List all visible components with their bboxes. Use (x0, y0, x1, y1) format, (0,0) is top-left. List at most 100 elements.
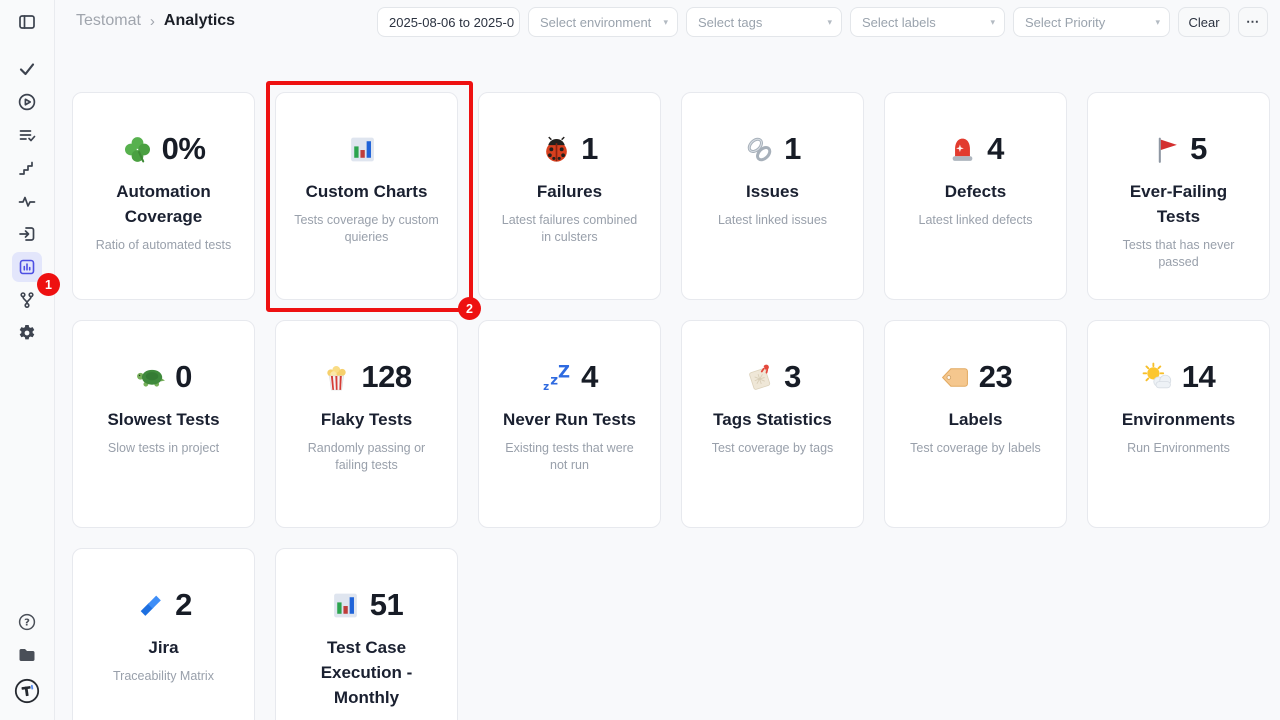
siren-icon (947, 134, 978, 165)
folder-icon[interactable] (12, 645, 42, 665)
jira-icon (135, 590, 166, 621)
card-description: Ratio of automated tests (73, 237, 254, 254)
sidebar-item-runs[interactable] (12, 92, 42, 112)
breadcrumb-app-link[interactable]: Testomat (76, 12, 141, 30)
date-range-input[interactable]: 2025-08-06 to 2025-0 (377, 7, 520, 37)
card-failures[interactable]: 1 Failures Latest failures combined in c… (478, 92, 661, 300)
card-value: 5 (1190, 131, 1207, 167)
bookmark-icon (744, 362, 775, 393)
more-button[interactable]: ⋯ (1238, 7, 1268, 37)
card-title: Defects (885, 179, 1066, 204)
card-slowest-tests[interactable]: 0 Slowest Tests Slow tests in project (72, 320, 255, 528)
card-tags-statistics[interactable]: 3 Tags Statistics Test coverage by tags (681, 320, 864, 528)
card-value: 1 (581, 131, 598, 167)
card-flaky-tests[interactable]: 128 Flaky Tests Randomly passing or fail… (275, 320, 458, 528)
card-environments[interactable]: 14 Environments Run Environments (1087, 320, 1270, 528)
card-description: Tests coverage by custom quieries (276, 212, 457, 246)
card-automation-coverage[interactable]: 0% Automation Coverage Ratio of automate… (72, 92, 255, 300)
card-description: Run Environments (1088, 440, 1269, 457)
environment-placeholder: Select environment (540, 15, 651, 30)
svg-text:Z: Z (558, 362, 570, 381)
card-labels[interactable]: 23 Labels Test coverage by labels (884, 320, 1067, 528)
priority-placeholder: Select Priority (1025, 15, 1105, 30)
card-title: Issues (682, 179, 863, 204)
clear-button[interactable]: Clear (1178, 7, 1230, 37)
environment-select[interactable]: Select environment ▾ (528, 7, 678, 37)
card-title: Environments (1088, 407, 1269, 432)
card-ever-failing-tests[interactable]: 5 Ever-Failing Tests Tests that has neve… (1087, 92, 1270, 300)
card-description: Latest failures combined in culsters (479, 212, 660, 246)
turtle-icon (135, 362, 166, 393)
chevron-down-icon: ▾ (990, 17, 995, 28)
card-description: Existing tests that were not run (479, 440, 660, 474)
sidebar-item-pulse[interactable] (12, 191, 42, 211)
tags-placeholder: Select tags (698, 15, 762, 30)
card-value: 2 (175, 587, 192, 623)
help-icon[interactable]: ? (12, 612, 42, 632)
card-description: Tests that has never passed (1088, 237, 1269, 271)
sidebar: ? (0, 0, 55, 720)
card-issues[interactable]: 1 Issues Latest linked issues (681, 92, 864, 300)
card-title: Never Run Tests (479, 407, 660, 432)
card-title: Labels (885, 407, 1066, 432)
card-title: Custom Charts (276, 179, 457, 204)
breadcrumb: Testomat › Analytics (76, 12, 235, 30)
sidebar-item-check[interactable] (12, 59, 42, 79)
sun-cloud-icon (1142, 362, 1173, 393)
tags-select[interactable]: Select tags ▾ (686, 7, 842, 37)
topbar: Testomat › Analytics 2025-08-06 to 2025-… (55, 0, 1280, 44)
step-1-badge: 1 (37, 273, 60, 296)
bar-chart-icon (347, 134, 378, 165)
card-never-run-tests[interactable]: zzZ 4 Never Run Tests Existing tests tha… (478, 320, 661, 528)
sidebar-item-import[interactable] (12, 224, 42, 244)
card-defects[interactable]: 4 Defects Latest linked defects (884, 92, 1067, 300)
card-value: 0% (162, 131, 206, 167)
sidebar-bottom: ? (0, 612, 53, 704)
svg-text:?: ? (24, 618, 30, 629)
popcorn-icon (321, 362, 352, 393)
card-value: 4 (581, 359, 598, 395)
labels-select[interactable]: Select labels ▾ (850, 7, 1005, 37)
bar-chart-icon (330, 590, 361, 621)
card-description: Latest linked defects (885, 212, 1066, 229)
priority-select[interactable]: Select Priority ▾ (1013, 7, 1170, 37)
card-title: Slowest Tests (73, 407, 254, 432)
page-title: Analytics (164, 12, 235, 30)
chevron-down-icon: ▾ (1155, 17, 1160, 28)
card-title: Jira (73, 635, 254, 660)
card-description: Test coverage by tags (682, 440, 863, 457)
sidebar-toggle-icon[interactable] (12, 12, 42, 32)
sidebar-item-testplans[interactable] (12, 125, 42, 145)
sidebar-item-branches[interactable] (12, 290, 42, 310)
labels-placeholder: Select labels (862, 15, 936, 30)
analytics-page: ? 1 Testomat › Analytics 2025-08-06 to 2… (0, 0, 1280, 720)
sidebar-item-settings[interactable] (12, 323, 42, 343)
flag-icon (1150, 134, 1181, 165)
card-description: Test coverage by labels (885, 440, 1066, 457)
sidebar-item-steps[interactable] (12, 158, 42, 178)
card-description: Slow tests in project (73, 440, 254, 457)
card-title: Ever-Failing Tests (1088, 179, 1269, 229)
card-value: 23 (979, 359, 1012, 395)
ladybug-icon (541, 134, 572, 165)
card-value: 4 (987, 131, 1004, 167)
card-test-case-execution-monthly[interactable]: 51 Test Case Execution - Monthly (275, 548, 458, 720)
filter-bar: 2025-08-06 to 2025-0 Select environment … (377, 7, 1268, 37)
card-title: Automation Coverage (73, 179, 254, 229)
analytics-grid: 0% Automation Coverage Ratio of automate… (72, 92, 1270, 720)
card-custom-charts[interactable]: Custom Charts Tests coverage by custom q… (275, 92, 458, 300)
card-title: Flaky Tests (276, 407, 457, 432)
card-value: 0 (175, 359, 192, 395)
card-value: 14 (1182, 359, 1215, 395)
card-jira[interactable]: 2 Jira Traceability Matrix (72, 548, 255, 720)
zzz-icon: zzZ (541, 362, 572, 393)
card-value: 128 (361, 359, 411, 395)
logo-icon[interactable] (12, 678, 42, 704)
chevron-down-icon: ▾ (827, 17, 832, 28)
sidebar-item-analytics[interactable] (12, 252, 42, 282)
card-title: Test Case Execution - Monthly (276, 635, 457, 710)
clover-icon (122, 134, 153, 165)
card-description: Randomly passing or failing tests (276, 440, 457, 474)
label-icon (939, 362, 970, 393)
card-title: Tags Statistics (682, 407, 863, 432)
